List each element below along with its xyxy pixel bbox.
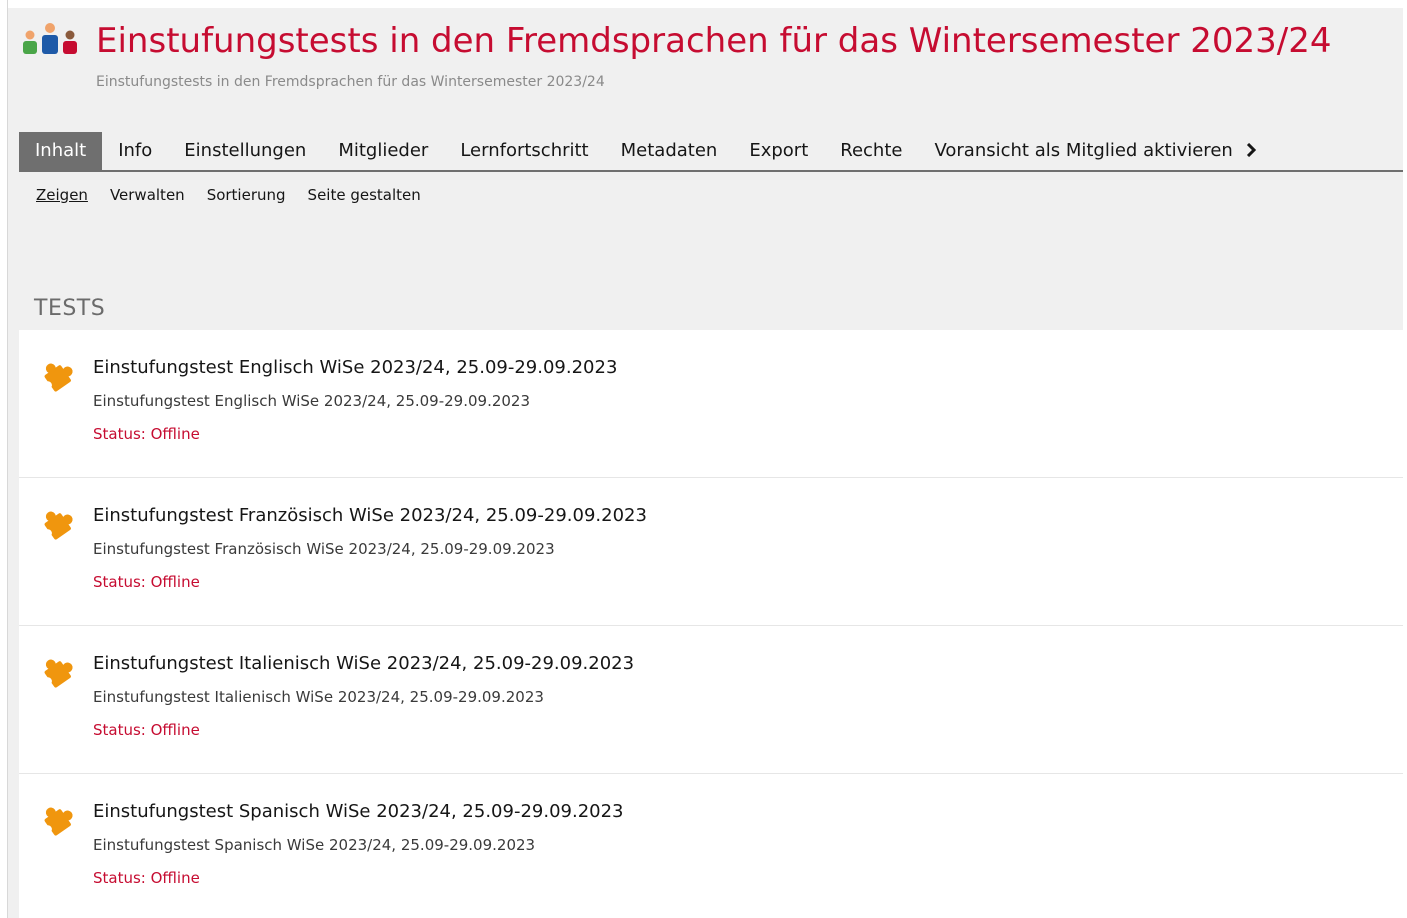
tab-info[interactable]: Info [102, 132, 168, 170]
page-subtitle: Einstufungstests in den Fremdsprachen fü… [96, 74, 605, 90]
puzzle-icon [43, 363, 73, 392]
test-description: Einstufungstest Spanisch WiSe 2023/24, 2… [93, 836, 536, 854]
tab-label: Info [118, 140, 153, 161]
list-item: Einstufungstest Spanisch WiSe 2023/24, 2… [19, 774, 1403, 918]
tab-label: Einstellungen [184, 140, 307, 161]
tab-voransicht-als-mitglied[interactable]: Voransicht als Mitglied aktivieren [918, 132, 1272, 170]
tab-label: Inhalt [35, 140, 87, 161]
tab-mitglieder[interactable]: Mitglieder [322, 132, 444, 170]
test-description: Einstufungstest Französisch WiSe 2023/24… [93, 540, 555, 558]
puzzle-icon [43, 659, 73, 688]
test-title-link[interactable]: Einstufungstest Englisch WiSe 2023/24, 2… [93, 355, 617, 381]
tab-lernfortschritt[interactable]: Lernfortschritt [444, 132, 604, 170]
status-text: Status: Offline [93, 721, 200, 739]
tab-inhalt[interactable]: Inhalt [19, 132, 103, 170]
status-text: Status: Offline [93, 425, 200, 443]
puzzle-icon [43, 807, 73, 836]
page-title: Einstufungstests in den Fremdsprachen fü… [96, 21, 1332, 61]
tab-metadaten[interactable]: Metadaten [605, 132, 734, 170]
main-tabs: Inhalt Info Einstellungen Mitglieder Ler… [19, 132, 1403, 172]
tab-label: Voransicht als Mitglied aktivieren [934, 140, 1233, 161]
subtab-verwalten[interactable]: Verwalten [110, 183, 185, 207]
list-item: Einstufungstest Italienisch WiSe 2023/24… [19, 626, 1403, 774]
tab-export[interactable]: Export [733, 132, 824, 170]
list-item: Einstufungstest Französisch WiSe 2023/24… [19, 478, 1403, 626]
tab-rechte[interactable]: Rechte [824, 132, 918, 170]
subtab-zeigen[interactable]: Zeigen [36, 183, 88, 207]
tab-label: Lernfortschritt [460, 140, 589, 161]
tab-label: Rechte [840, 140, 903, 161]
page: Einstufungstests in den Fremdsprachen fü… [0, 0, 1407, 918]
subtab-sortierung[interactable]: Sortierung [207, 183, 286, 207]
left-edge-divider [0, 0, 8, 918]
test-description: Einstufungstest Englisch WiSe 2023/24, 2… [93, 392, 531, 410]
status-text: Status: Offline [93, 869, 200, 887]
test-list: Einstufungstest Englisch WiSe 2023/24, 2… [19, 330, 1403, 918]
status-text: Status: Offline [93, 573, 200, 591]
test-title-link[interactable]: Einstufungstest Italienisch WiSe 2023/24… [93, 651, 634, 677]
sub-tabs: Zeigen Verwalten Sortierung Seite gestal… [36, 183, 421, 207]
test-description: Einstufungstest Italienisch WiSe 2023/24… [93, 688, 544, 706]
tab-label: Mitglieder [338, 140, 429, 161]
test-title-link[interactable]: Einstufungstest Spanisch WiSe 2023/24, 2… [93, 799, 624, 825]
chevron-right-icon [1246, 143, 1256, 157]
group-icon [23, 23, 77, 54]
puzzle-icon [43, 511, 73, 540]
tab-label: Metadaten [620, 140, 718, 161]
subtab-seite-gestalten[interactable]: Seite gestalten [308, 183, 421, 207]
tab-label: Export [749, 140, 809, 161]
list-item: Einstufungstest Englisch WiSe 2023/24, 2… [19, 330, 1403, 478]
tab-einstellungen[interactable]: Einstellungen [168, 132, 322, 170]
test-title-link[interactable]: Einstufungstest Französisch WiSe 2023/24… [93, 503, 647, 529]
section-title: TESTS [34, 296, 106, 321]
